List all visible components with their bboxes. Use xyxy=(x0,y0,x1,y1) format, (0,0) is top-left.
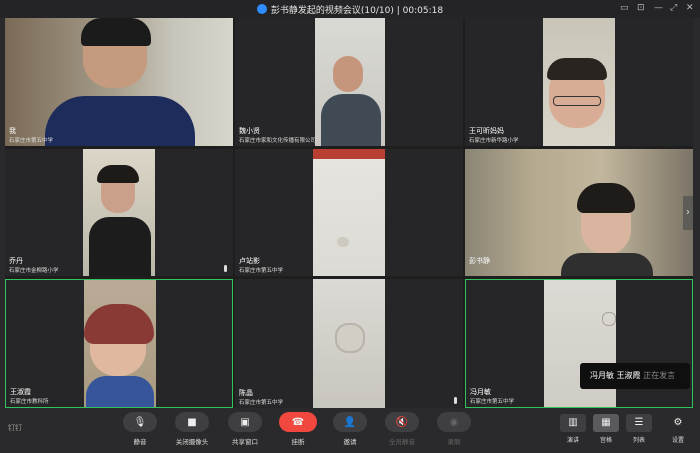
window-title: 彭书静发起的视频会议(10/10) | 00:05:18 xyxy=(0,3,700,16)
list-view-button[interactable]: ☰ 列表 xyxy=(624,414,654,450)
participant-org: 石家庄市金柳路小学 xyxy=(9,268,59,274)
participant-shirt xyxy=(45,96,195,146)
meeting-timer: 00:05:18 xyxy=(402,6,444,16)
participant-hair xyxy=(577,183,635,213)
gallery-grid-icon: ▦ xyxy=(593,414,619,432)
ceiling-light xyxy=(337,237,349,247)
participant-tile[interactable]: 王淑霞 石家庄市教科所 xyxy=(5,279,233,408)
camera-button[interactable]: ■ 关闭摄像头 xyxy=(172,412,212,452)
participant-org: 石家庄市教科所 xyxy=(10,399,49,405)
record-button[interactable]: ◉ 录制 xyxy=(434,412,474,452)
participant-shirt xyxy=(86,376,154,407)
participant-org: 石家庄市第五中学 xyxy=(470,399,515,405)
invite-button[interactable]: 👤 邀请 xyxy=(330,412,370,452)
minimize-icon[interactable]: — xyxy=(654,3,663,14)
glasses-icon xyxy=(553,96,601,106)
participant-tile[interactable]: 卢站影 石家庄市第五中学 xyxy=(235,149,463,276)
title-divider: | xyxy=(396,6,400,16)
participant-tile[interactable]: 我 石家庄市第五中学 xyxy=(5,18,233,146)
record-label: 录制 xyxy=(447,438,461,446)
participant-org: 石家庄市第五中学 xyxy=(9,138,54,144)
participant-tile[interactable]: 彭书静 xyxy=(465,149,693,276)
hangup-phone-icon: ☎ xyxy=(279,412,317,432)
camera-icon: ■ xyxy=(175,412,209,432)
maximize-icon[interactable]: ⤢ xyxy=(670,3,677,14)
participant-org: 石家庄市新华路小学 xyxy=(469,138,519,144)
participant-name: 王可昕妈妈 xyxy=(469,127,504,135)
participant-tile[interactable]: 陈晶 石家庄市第五中学 xyxy=(235,279,463,408)
next-page-arrow-icon[interactable]: › xyxy=(683,196,693,230)
gallery-view-button[interactable]: ▦ 宫格 xyxy=(591,414,621,450)
pin-icon[interactable]: ⊡ xyxy=(637,3,645,14)
participant-shirt xyxy=(89,217,151,276)
participant-org: 石家庄市家和文化传播有限公司 xyxy=(239,138,317,144)
microphone-icon: 🎙 xyxy=(123,412,157,432)
participant-org: 石家庄市第五中学 xyxy=(239,268,284,274)
mic-muted-icon xyxy=(224,265,227,272)
meeting-title: 彭书静发起的视频会议(10/10) xyxy=(270,6,394,16)
speaker-view-icon: ▥ xyxy=(560,414,586,432)
share-label: 共享窗口 xyxy=(232,438,258,446)
participant-tile[interactable]: 乔丹 石家庄市金柳路小学 xyxy=(5,149,233,276)
participant-tile[interactable]: 魏小贤 石家庄市家和文化传播有限公司 xyxy=(235,18,463,146)
gallery-view-label: 宫格 xyxy=(599,437,612,444)
screen-icon[interactable]: ▭ xyxy=(620,3,629,14)
mic-muted-icon xyxy=(454,397,457,404)
participant-hair xyxy=(81,18,151,46)
participant-name: 彭书静 xyxy=(469,257,490,265)
brand-logo: 钉钉 xyxy=(8,424,22,432)
gear-icon: ⚙ xyxy=(673,417,683,428)
settings-label: 设置 xyxy=(671,437,684,444)
share-button[interactable]: ▣ 共享窗口 xyxy=(225,412,265,452)
camera-label: 关闭摄像头 xyxy=(175,438,209,446)
mute-all-label: 全员静音 xyxy=(389,438,415,446)
participant-name: 冯月敏 xyxy=(470,388,491,396)
participant-tile[interactable]: 王可昕妈妈 石家庄市新华路小学 xyxy=(465,18,693,146)
participant-hair xyxy=(97,165,139,183)
hangup-button[interactable]: ☎ 挂断 xyxy=(278,412,318,452)
participant-name: 陈晶 xyxy=(239,389,253,397)
participant-org: 石家庄市第五中学 xyxy=(239,400,284,406)
speaking-indicator: 冯月敏 王淑霞 正在发言 xyxy=(580,363,690,389)
settings-button[interactable]: ⚙ 设置 xyxy=(663,414,693,450)
participant-video xyxy=(313,149,385,276)
mute-all-icon: 🔇 xyxy=(385,412,419,432)
video-grid: 我 石家庄市第五中学 魏小贤 石家庄市家和文化传播有限公司 王可昕妈妈 石家庄市… xyxy=(5,18,693,408)
participant-name: 魏小贤 xyxy=(239,127,260,135)
list-view-label: 列表 xyxy=(632,437,645,444)
participant-name: 我 xyxy=(9,127,16,135)
participant-face xyxy=(333,56,363,92)
share-screen-icon: ▣ xyxy=(228,412,262,432)
mute-button[interactable]: 🎙 静音 xyxy=(120,412,160,452)
add-user-icon: 👤 xyxy=(333,412,367,432)
speaking-status: 正在发言 xyxy=(643,371,676,380)
participant-shirt xyxy=(321,94,381,146)
meeting-logo-icon xyxy=(256,4,267,14)
ceiling-fixture xyxy=(335,323,365,353)
wall-clock xyxy=(602,312,616,326)
list-icon: ☰ xyxy=(626,414,652,432)
hangup-label: 挂断 xyxy=(291,438,305,446)
participant-hair xyxy=(547,58,607,80)
participant-name: 卢站影 xyxy=(239,257,260,265)
participant-shirt xyxy=(561,253,653,276)
title-bar: 彭书静发起的视频会议(10/10) | 00:05:18 ▭ ⊡ — ⤢ ✕ xyxy=(0,0,700,18)
mute-label: 静音 xyxy=(133,438,147,446)
close-icon[interactable]: ✕ xyxy=(686,3,694,14)
invite-label: 邀请 xyxy=(343,438,357,446)
speaking-names: 冯月敏 王淑霞 xyxy=(590,371,641,380)
record-icon: ◉ xyxy=(437,412,471,432)
meeting-toolbar: 钉钉 🎙 静音 ■ 关闭摄像头 ▣ 共享窗口 ☎ 挂断 👤 邀请 🔇 全员静音 … xyxy=(0,408,700,453)
mute-all-button[interactable]: 🔇 全员静音 xyxy=(382,412,422,452)
participant-name: 王淑霞 xyxy=(10,388,31,396)
speaker-view-button[interactable]: ▥ 演讲 xyxy=(558,414,588,450)
speaker-view-label: 演讲 xyxy=(566,437,579,444)
participant-name: 乔丹 xyxy=(9,257,23,265)
